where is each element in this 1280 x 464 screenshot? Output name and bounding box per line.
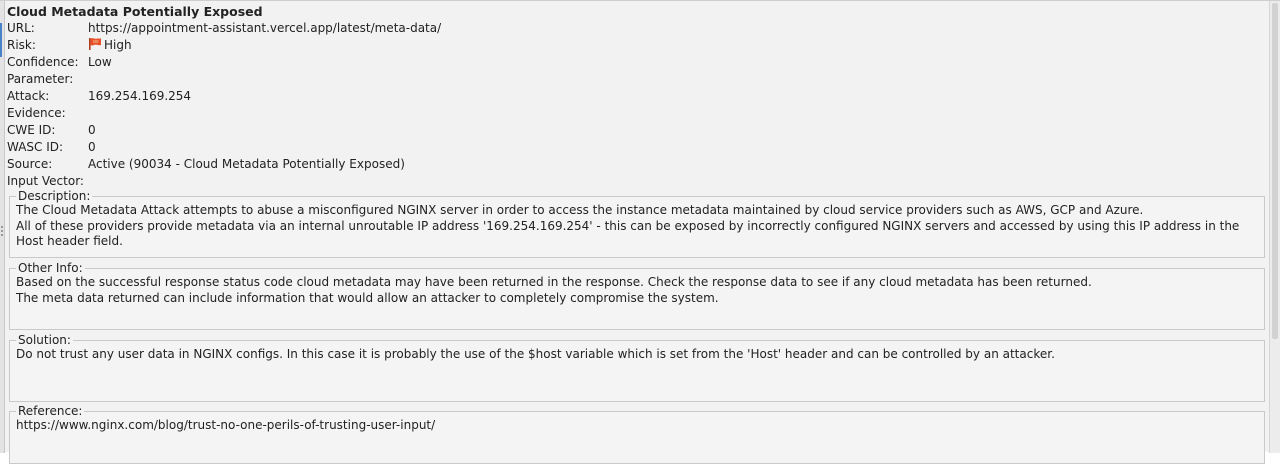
vertical-scrollbar[interactable] xyxy=(1269,1,1280,453)
alert-summary: Cloud Metadata Potentially Exposed URL: … xyxy=(7,3,1265,190)
split-pane-divider[interactable] xyxy=(0,1,5,453)
field-confidence: Confidence: Low xyxy=(7,54,1265,71)
field-input-vector: Input Vector: xyxy=(7,173,1265,190)
other-info-box: Other Info: Based on the successful resp… xyxy=(9,261,1265,330)
solution-text[interactable]: Do not trust any user data in NGINX conf… xyxy=(16,347,1258,363)
wasc-id-value: 0 xyxy=(88,140,96,154)
field-parameter: Parameter: xyxy=(7,71,1265,88)
field-label: Confidence: xyxy=(7,55,79,69)
field-evidence: Evidence: xyxy=(7,105,1265,122)
field-label: URL: xyxy=(7,21,35,35)
field-cwe-id: CWE ID: 0 xyxy=(7,122,1265,139)
field-label: Input Vector: xyxy=(7,174,84,188)
url-value[interactable]: https://appointment-assistant.vercel.app… xyxy=(88,20,441,37)
divider-grip-icon[interactable] xyxy=(1,226,3,236)
reference-box: Reference: https://www.nginx.com/blog/tr… xyxy=(9,404,1265,464)
reference-link[interactable]: https://www.nginx.com/blog/trust-no-one-… xyxy=(16,418,1258,434)
cwe-id-value: 0 xyxy=(88,123,96,137)
field-source: Source: Active (90034 - Cloud Metadata P… xyxy=(7,156,1265,173)
attack-value: 169.254.169.254 xyxy=(88,89,192,103)
reference-label: Reference: xyxy=(18,404,83,418)
field-attack: Attack: 169.254.169.254 xyxy=(7,88,1265,105)
description-text[interactable]: The Cloud Metadata Attack attempts to ab… xyxy=(16,203,1258,250)
risk-value: High xyxy=(104,38,132,52)
field-label: Evidence: xyxy=(7,106,66,120)
solution-box: Solution: Do not trust any user data in … xyxy=(9,333,1265,402)
field-label: Attack: xyxy=(7,89,50,103)
field-risk: Risk: High xyxy=(7,37,1265,54)
source-value: Active (90034 - Cloud Metadata Potential… xyxy=(88,157,405,171)
selection-marker xyxy=(0,23,2,57)
field-label: Risk: xyxy=(7,38,36,52)
scrollbar-thumb[interactable] xyxy=(1272,3,1278,339)
field-label: Parameter: xyxy=(7,72,74,86)
solution-label: Solution: xyxy=(18,333,71,347)
description-label: Description: xyxy=(18,189,91,203)
confidence-value: Low xyxy=(88,55,112,69)
field-label: Source: xyxy=(7,157,53,171)
other-info-label: Other Info: xyxy=(18,261,83,275)
high-risk-flag-icon xyxy=(88,37,102,54)
alert-details-panel: Cloud Metadata Potentially Exposed URL: … xyxy=(0,0,1280,464)
description-box: Description: The Cloud Metadata Attack a… xyxy=(9,189,1265,258)
field-wasc-id: WASC ID: 0 xyxy=(7,139,1265,156)
alert-title: Cloud Metadata Potentially Exposed xyxy=(7,4,263,19)
field-label: WASC ID: xyxy=(7,140,64,154)
field-label: CWE ID: xyxy=(7,123,56,137)
other-info-text[interactable]: Based on the successful response status … xyxy=(16,275,1258,306)
field-url: URL: https://appointment-assistant.verce… xyxy=(7,20,1265,37)
